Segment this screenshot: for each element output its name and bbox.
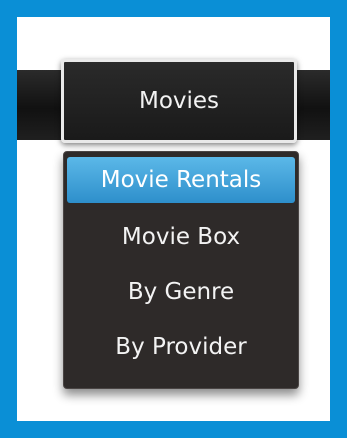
menu-item-label: By Genre bbox=[127, 279, 235, 305]
tab-movies[interactable]: Movies bbox=[61, 59, 297, 143]
screen-canvas: Movies Movie Rentals Movie Box By Genre … bbox=[17, 17, 330, 421]
menu-item-by-genre[interactable]: By Genre bbox=[67, 269, 295, 315]
menu-item-label: By Provider bbox=[115, 334, 247, 360]
menu-item-by-provider[interactable]: By Provider bbox=[67, 324, 295, 370]
movies-dropdown-menu: Movie Rentals Movie Box By Genre By Prov… bbox=[63, 151, 299, 389]
outer-frame: Movies Movie Rentals Movie Box By Genre … bbox=[0, 0, 347, 438]
tab-movies-label: Movies bbox=[138, 88, 220, 114]
menu-item-label: Movie Box bbox=[121, 224, 241, 250]
menu-item-label: Movie Rentals bbox=[100, 167, 262, 193]
menu-item-movie-rentals[interactable]: Movie Rentals bbox=[67, 157, 295, 203]
menu-item-movie-box[interactable]: Movie Box bbox=[67, 214, 295, 260]
